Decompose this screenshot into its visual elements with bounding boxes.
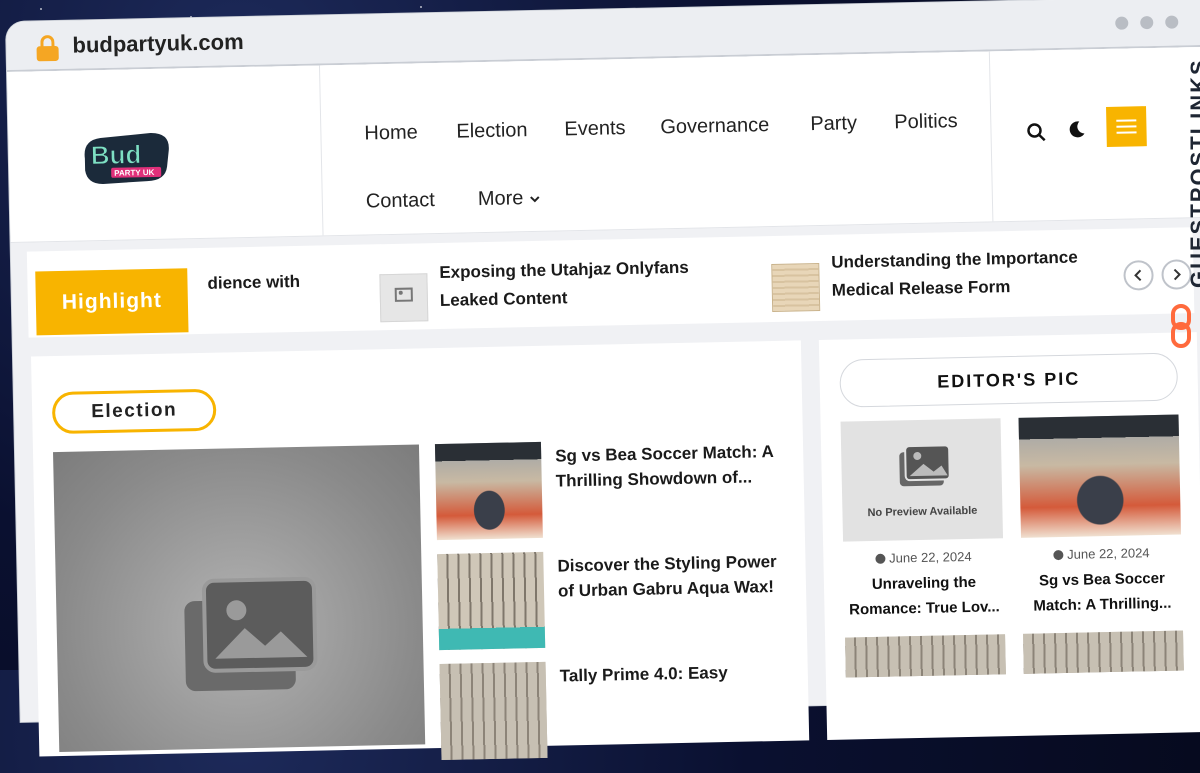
logo-sub-text: PARTY UK <box>114 168 155 178</box>
post-date-text: June 22, 2024 <box>1067 545 1150 562</box>
post-title-line: Romance: True Lov... <box>849 598 1000 619</box>
post-thumbnail[interactable] <box>845 634 1006 678</box>
nav-more-label: More <box>477 187 524 211</box>
nav-item-events[interactable]: Events <box>564 117 626 141</box>
nav-item-more[interactable]: More <box>478 187 542 211</box>
guestpostlinks-watermark: GUESTPOSTLINKS <box>1160 56 1200 356</box>
window-dot-icon[interactable] <box>1140 15 1154 30</box>
url-text[interactable]: budpartyuk.com <box>72 29 244 59</box>
search-icon[interactable] <box>1026 122 1046 142</box>
logo-main-text: Bud <box>90 139 141 170</box>
editors-pick-section: EDITOR'S PIC No Preview Available June 2… <box>818 332 1200 740</box>
ticker-title-line: Understanding the Importance <box>831 247 1078 272</box>
section-title: EDITOR'S PIC <box>839 352 1179 408</box>
lock-icon <box>36 34 59 62</box>
nav-item-politics[interactable]: Politics <box>894 110 958 134</box>
window-dot-icon[interactable] <box>1115 16 1129 30</box>
ticker-thumbnail[interactable] <box>379 273 429 323</box>
site-logo[interactable]: Bud PARTY UK <box>80 127 173 189</box>
chevron-left-icon <box>1134 269 1142 282</box>
side-post[interactable]: Sg vs Bea Soccer Match: A Thrilling Show… <box>434 437 797 545</box>
post-title-line: Sg vs Bea Soccer <box>1038 569 1166 590</box>
post-date: June 22, 2024 <box>843 548 1003 566</box>
post-title-line: Match: A Thrilling... <box>1033 594 1172 615</box>
nav-item-contact[interactable]: Contact <box>366 189 435 213</box>
ticker-item-title[interactable]: Exposing the Utahjaz Onlyfans Leaked Con… <box>439 254 689 315</box>
post-title[interactable]: Tally Prime 4.0: Easy <box>560 659 796 689</box>
logo-area: Bud PARTY UK <box>7 65 324 242</box>
post-thumbnail[interactable] <box>1018 414 1181 538</box>
image-placeholder-icon <box>394 287 413 302</box>
category-label[interactable]: Election <box>51 388 217 435</box>
nav-item-governance[interactable]: Governance <box>660 114 769 139</box>
moon-icon[interactable] <box>1066 119 1086 139</box>
highlight-badge: Highlight <box>35 268 189 336</box>
page: Bud PARTY UK Home Election Events Govern… <box>7 46 1200 761</box>
nav-item-party[interactable]: Party <box>810 112 857 136</box>
clock-icon <box>1053 549 1064 561</box>
editor-pick-card[interactable]: June 22, 2024 Sg vs Bea Soccer Match: A … <box>1018 414 1183 619</box>
ticker-title-line: Leaked Content <box>439 288 568 310</box>
ticker-prev-button[interactable] <box>1123 260 1154 291</box>
hamburger-menu-button[interactable] <box>1106 106 1147 147</box>
ticker-title-line: Medical Release Form <box>831 277 1011 300</box>
election-section: Election Sg vs Bea Soccer Match: A Thril… <box>31 340 810 761</box>
star <box>40 8 42 10</box>
star <box>420 6 422 8</box>
chevron-down-icon <box>530 196 540 203</box>
editor-pick-card[interactable]: No Preview Available June 22, 2024 Unrav… <box>840 418 1005 622</box>
site-header: Bud PARTY UK Home Election Events Govern… <box>7 46 1200 243</box>
post-title[interactable]: Unraveling the Romance: True Lov... <box>844 569 1005 622</box>
post-date: June 22, 2024 <box>1021 545 1181 563</box>
image-placeholder-icon <box>899 444 951 487</box>
post-thumbnail[interactable] <box>1023 630 1184 674</box>
window-dot-icon[interactable] <box>1165 15 1179 29</box>
post-thumbnail[interactable]: No Preview Available <box>840 418 1004 542</box>
nav-item-election[interactable]: Election <box>456 119 528 143</box>
post-thumbnail[interactable] <box>439 661 548 761</box>
window-controls <box>1115 15 1179 30</box>
image-placeholder-icon <box>184 576 318 692</box>
featured-post-image[interactable] <box>53 444 426 753</box>
post-title[interactable]: Sg vs Bea Soccer Match: A Thrilling... <box>1022 565 1183 618</box>
browser-window: budpartyuk.com Bud PARTY UK Home Electio… <box>6 0 1200 761</box>
side-post[interactable]: Tally Prime 4.0: Easy <box>439 657 802 765</box>
nav-item-home[interactable]: Home <box>364 121 418 145</box>
ticker-thumbnail[interactable] <box>771 263 821 313</box>
post-date-text: June 22, 2024 <box>889 548 972 566</box>
ticker-item-title[interactable]: dience with <box>207 268 300 298</box>
ticker-title-line: Exposing the Utahjaz Onlyfans <box>439 257 689 282</box>
watermark-text: GUESTPOSTLINKS <box>1186 58 1200 288</box>
chain-link-icon <box>1171 304 1191 348</box>
main-nav: Home Election Events Governance Party Po… <box>318 51 994 236</box>
post-thumbnail[interactable] <box>434 441 543 541</box>
ticker-item-title[interactable]: Understanding the Importance Medical Rel… <box>831 244 1079 305</box>
post-thumbnail[interactable] <box>437 551 546 651</box>
post-title[interactable]: Discover the Styling Power of Urban Gabr… <box>557 549 794 604</box>
highlight-ticker: Highlight dience with Exposing the Utahj… <box>26 227 1195 338</box>
post-title-line: Unraveling the <box>871 573 977 593</box>
post-title[interactable]: Sg vs Bea Soccer Match: A Thrilling Show… <box>555 439 792 494</box>
clock-icon <box>875 553 886 564</box>
side-post[interactable]: Discover the Styling Power of Urban Gabr… <box>437 547 799 655</box>
